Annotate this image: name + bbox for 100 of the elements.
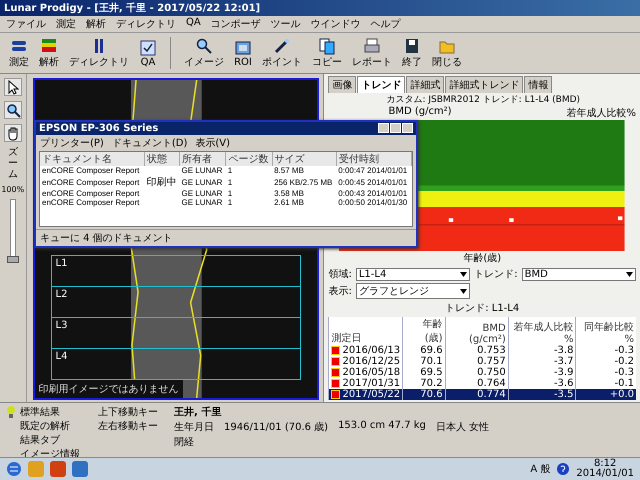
toolbar-button[interactable]: コピー	[309, 37, 345, 69]
menu-item[interactable]: コンポーザ	[210, 17, 261, 31]
tool-button[interactable]	[4, 124, 22, 142]
toolbar-button[interactable]: QA	[136, 38, 160, 68]
table-cell: 70.2	[420, 378, 443, 389]
column-header: 測定日	[328, 317, 403, 345]
table-cell: 3.58 MB	[274, 189, 304, 198]
toolbar-button[interactable]: ROI	[231, 38, 255, 68]
input-mode-indicator[interactable]: A 般	[530, 462, 550, 476]
help-icon	[556, 462, 570, 476]
documents-icon	[318, 37, 336, 55]
status-text: 標準結果	[20, 406, 61, 419]
dropdown[interactable]: BMD	[522, 268, 636, 280]
roi-box[interactable]: L3	[50, 317, 302, 349]
dropdown[interactable]: グラフとレンジ	[356, 283, 470, 299]
tab[interactable]: 画像	[328, 76, 356, 93]
birth-date: 1946/11/01 (70.6 歳)	[224, 420, 328, 434]
table-cell: GE LUNAR	[181, 178, 222, 186]
y-axis-label: BMD (g/cm²)	[388, 106, 452, 119]
toolbar-button[interactable]: イメージ	[181, 37, 227, 69]
column-header[interactable]: 状態	[144, 152, 180, 166]
window-title: EPSON EP-306 Series	[39, 123, 158, 134]
column-header[interactable]: ページ数	[226, 152, 272, 166]
menu-item[interactable]: ツール	[270, 17, 301, 31]
toolbar-button[interactable]: 閉じる	[429, 37, 465, 69]
patient-name: 王井, 千里	[174, 406, 222, 419]
tool-button[interactable]	[4, 101, 22, 119]
table-cell: -0.3	[614, 367, 634, 378]
tool-button[interactable]	[4, 78, 22, 96]
dropdown[interactable]: L1-L4	[356, 268, 470, 280]
field-label: 表示:	[328, 284, 352, 298]
roi-box[interactable]: L2	[50, 286, 302, 318]
table-cell: 0:00:50 2014/01/30	[338, 198, 408, 207]
table-cell: 256 KB/2.75 MB	[274, 178, 332, 186]
menu-item[interactable]: ウインドウ	[310, 17, 361, 31]
menu-item[interactable]: ヘルプ	[370, 17, 401, 31]
table-cell: 0:00:45 2014/01/01	[338, 178, 408, 186]
column-header: 年齢 (歳)	[402, 317, 446, 345]
table-cell: 2017/01/31	[342, 378, 400, 389]
menu-item[interactable]: ファイル	[6, 17, 46, 31]
table-caption: トレンド: L1-L4	[444, 302, 520, 315]
menu-item[interactable]: QA	[186, 17, 201, 31]
clock-date: 2014/01/01	[576, 469, 634, 479]
table-cell: 1	[228, 189, 232, 198]
table-cell: enCORE Composer Report	[42, 178, 140, 186]
table-cell: 69.6	[420, 345, 443, 356]
height-weight: 153.0 cm 47.7 kg	[338, 420, 426, 433]
toolbar-button[interactable]: 測定	[6, 37, 32, 69]
status-text: 結果タブ	[20, 434, 61, 447]
maximize-button[interactable]	[390, 123, 401, 133]
vertebra-label: L2	[56, 289, 68, 300]
toolbar-button[interactable]: 解析	[36, 37, 62, 69]
zoom-value: 100%	[1, 185, 24, 194]
table-cell: 2016/06/13	[342, 345, 400, 356]
table-row[interactable]: 2016/06/13 69.6 0.753 -3.8 -0.3	[328, 345, 636, 356]
table-cell: 1	[228, 166, 232, 175]
toolbar-button[interactable]: ディレクトリ	[66, 37, 132, 69]
column-header: 同年齢比較 %	[576, 317, 636, 345]
table-cell: 1	[228, 198, 232, 207]
menu-item[interactable]: 測定	[56, 17, 76, 31]
minimize-button[interactable]	[378, 123, 389, 133]
field-label: トレンド:	[474, 268, 518, 281]
toolbar-button[interactable]: レポート	[349, 37, 395, 69]
table-cell: 0:00:47 2014/01/01	[338, 166, 408, 175]
table-row[interactable]: 2016/12/25 70.1 0.757 -3.7 -0.2	[328, 356, 636, 367]
ethnicity-sex: 日本人 女性	[436, 420, 490, 434]
column-header[interactable]: ドキュメント名	[40, 152, 144, 166]
table-row[interactable]: 2017/05/22 70.6 0.774 -3.5 +0.0	[328, 389, 636, 400]
toolbar-button[interactable]: ポイント	[259, 37, 305, 69]
table-cell: -3.8	[554, 345, 574, 356]
zoom-label: ズーム	[8, 147, 18, 180]
table-cell: 0.753	[477, 345, 506, 356]
table-cell: 2016/05/18	[342, 367, 400, 378]
table-cell: GE LUNAR	[181, 189, 222, 198]
zoom-icon	[4, 102, 21, 118]
media-player-icon[interactable]	[50, 461, 66, 477]
menu-item[interactable]: 表示(V)	[195, 136, 230, 150]
tab[interactable]: トレンド	[357, 76, 406, 93]
window-icon[interactable]	[72, 461, 88, 477]
close-button[interactable]	[402, 123, 413, 133]
column-header[interactable]: サイズ	[272, 152, 336, 166]
roi-box[interactable]: L1	[50, 255, 302, 287]
table-cell: enCORE Composer Report	[42, 189, 140, 198]
tab[interactable]: 詳細式トレンド	[445, 76, 524, 93]
menu-item[interactable]: 解析	[86, 17, 106, 31]
table-row[interactable]: 2016/05/18 69.5 0.750 -3.9 -0.3	[328, 367, 636, 378]
toolbar-button[interactable]: 終了	[399, 37, 425, 69]
status-text: 左右移動キー	[98, 420, 158, 433]
chart-title: カスタム: JSBMR2012 トレンド: L1-L4 (BMD)	[385, 94, 582, 106]
menu-item[interactable]: ドキュメント(D)	[112, 136, 188, 150]
menu-item[interactable]: ディレクトリ	[116, 17, 176, 31]
zoom-slider-thumb[interactable]	[6, 256, 19, 263]
tab[interactable]: 情報	[524, 76, 552, 93]
column-header[interactable]: 受付時刻	[336, 152, 412, 166]
vertebra-label: L4	[56, 351, 68, 362]
data-point	[449, 218, 454, 222]
column-header[interactable]: 所有者	[179, 152, 226, 166]
menu-item[interactable]: プリンター(P)	[40, 136, 104, 150]
roi-box[interactable]: L4	[50, 348, 302, 380]
tab[interactable]: 詳細式	[406, 76, 444, 93]
